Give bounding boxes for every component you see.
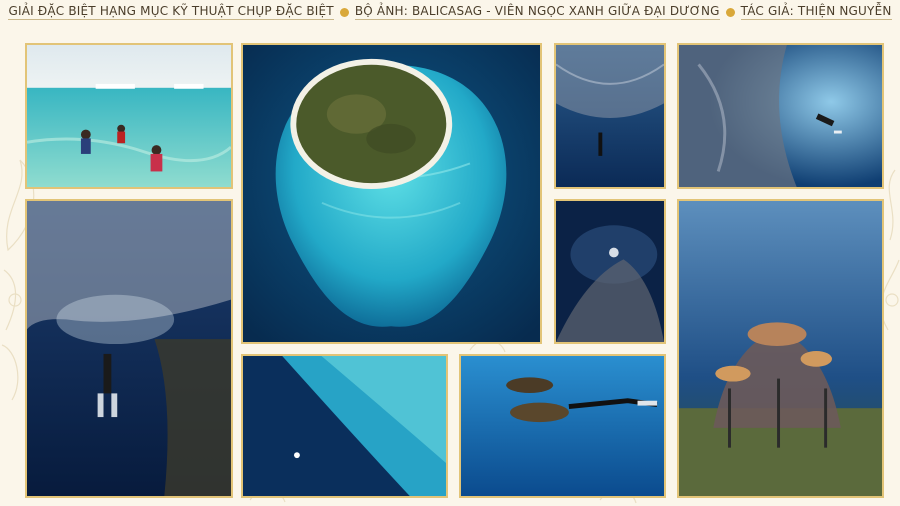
bullet-icon [339, 7, 349, 17]
header-caption: GIẢI ĐẶC BIỆT HẠNG MỤC KỸ THUẬT CHỤP ĐẶC… [0, 2, 900, 22]
turtles-and-diver-photo[interactable] [459, 354, 666, 498]
snorkelers-shallow-reef-photo[interactable] [25, 43, 233, 189]
turtles-image [461, 356, 664, 496]
freediver-image [27, 201, 231, 496]
coral-dome-structure-photo[interactable] [677, 199, 884, 498]
coral-dome-image [679, 201, 882, 496]
diver-looking-through-sardine-ring-photo[interactable] [554, 199, 666, 344]
island-image [243, 45, 540, 342]
freediver-under-sardine-ball-photo[interactable] [25, 199, 233, 498]
sardine-school-image [556, 45, 664, 187]
snorkelers-image [27, 45, 231, 187]
fish-vortex-image [679, 45, 882, 187]
series-title: BỘ ẢNH: BALICASAG - VIÊN NGỌC XANH GIỮA … [354, 4, 720, 20]
bullet-icon [725, 7, 735, 17]
diver-beside-fish-vortex-photo[interactable] [677, 43, 884, 189]
diver-in-sardine-school-photo[interactable] [554, 43, 666, 189]
island-aerial-photo[interactable] [241, 43, 542, 344]
author-credit: TÁC GIẢ: THIỆN NGUYỄN [740, 4, 892, 20]
sardine-ring-image [556, 201, 664, 342]
reef-edge-image [243, 356, 446, 496]
award-title: GIẢI ĐẶC BIỆT HẠNG MỤC KỸ THUẬT CHỤP ĐẶC… [8, 4, 334, 20]
reef-edge-aerial-photo[interactable] [241, 354, 448, 498]
